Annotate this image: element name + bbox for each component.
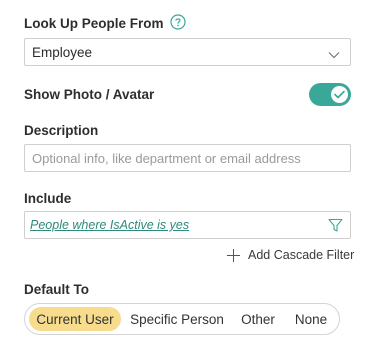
- include-filter-field[interactable]: People where IsActive is yes: [24, 211, 351, 239]
- lookup-label: Look Up People From: [24, 16, 164, 31]
- chevron-down-icon: [328, 47, 340, 59]
- default-option-current-user[interactable]: Current User: [29, 307, 121, 331]
- description-placeholder: Optional info, like department or email …: [32, 151, 301, 166]
- lookup-source-select[interactable]: Employee: [24, 38, 351, 66]
- photo-toggle[interactable]: [309, 83, 351, 106]
- toggle-knob: [331, 86, 348, 103]
- default-option-none[interactable]: None: [287, 307, 335, 331]
- default-to-label: Default To: [24, 282, 89, 297]
- default-to-segmented-control: Current User Specific Person Other None: [24, 303, 340, 335]
- add-cascade-filter-label: Add Cascade Filter: [248, 248, 355, 262]
- description-input[interactable]: Optional info, like department or email …: [24, 144, 351, 172]
- filter-funnel-icon[interactable]: [328, 218, 343, 233]
- include-label: Include: [24, 191, 72, 206]
- description-label: Description: [24, 123, 99, 138]
- check-icon: [334, 90, 345, 99]
- default-option-specific-person[interactable]: Specific Person: [125, 307, 229, 331]
- include-filter-link[interactable]: People where IsActive is yes: [30, 218, 189, 232]
- lookup-source-value: Employee: [32, 45, 93, 60]
- question-circle-icon[interactable]: [170, 14, 186, 30]
- default-option-other[interactable]: Other: [233, 307, 283, 331]
- photo-label: Show Photo / Avatar: [24, 87, 155, 102]
- plus-icon: [227, 248, 240, 262]
- add-cascade-filter-button[interactable]: Add Cascade Filter: [227, 246, 354, 264]
